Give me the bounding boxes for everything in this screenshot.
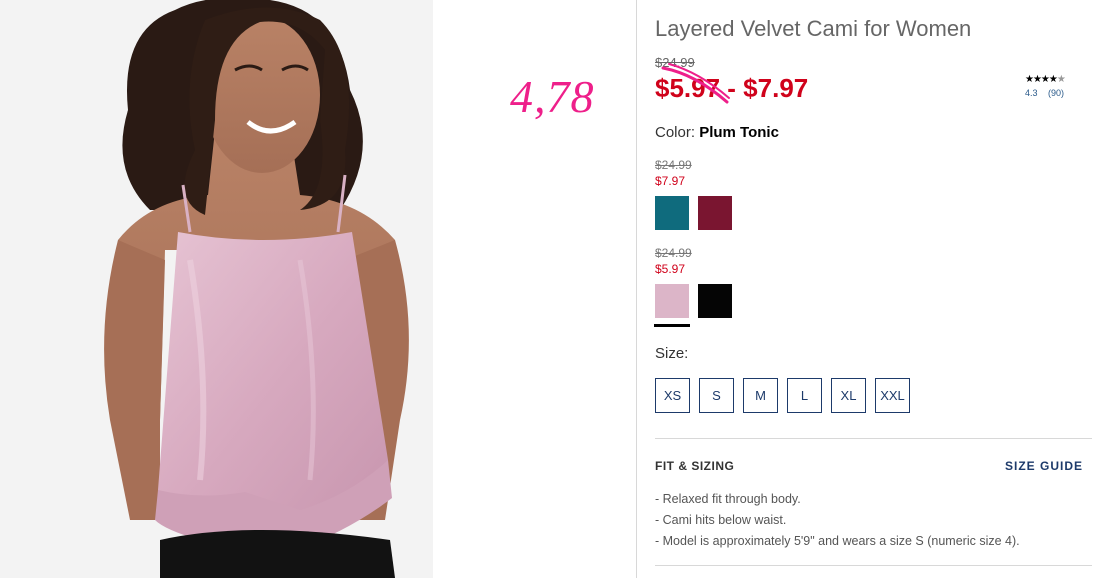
color-label: Color: — [655, 124, 696, 141]
fit-details-list: Relaxed fit through body. Cami hits belo… — [655, 489, 1020, 552]
swatch-group-1: $24.99 $7.97 — [655, 158, 855, 230]
sale-price-range: $5.97 - $7.97 — [655, 73, 809, 103]
size-options: XS S M L XL XXL — [655, 378, 910, 413]
color-swatch-burgundy[interactable] — [698, 196, 732, 230]
swatch-row — [654, 284, 855, 327]
size-button-xs[interactable]: XS — [655, 378, 690, 413]
rating-value: 4.3 — [1025, 88, 1038, 98]
half-star: ★ — [1056, 74, 1066, 85]
color-swatch-black[interactable] — [698, 284, 732, 318]
fit-sizing-heading: FIT & SIZING — [655, 459, 735, 473]
section-divider — [655, 565, 1092, 566]
original-price: $24.99 — [655, 55, 695, 70]
color-swatch-teal[interactable] — [655, 196, 689, 230]
product-image[interactable] — [0, 0, 433, 578]
size-button-xxl[interactable]: XXL — [875, 378, 910, 413]
color-name: Plum Tonic — [699, 124, 779, 141]
list-item: Model is approximately 5'9" and wears a … — [655, 531, 1020, 552]
swatch-group-2: $24.99 $5.97 — [654, 246, 855, 327]
size-guide-link[interactable]: SIZE GUIDE — [1005, 459, 1083, 473]
rating-meta: 4.3 (90) — [1025, 88, 1095, 98]
swatch-group-sale-price: $5.97 — [655, 262, 686, 276]
product-photo-illustration — [0, 0, 433, 578]
product-details-panel: Layered Velvet Cami for Women $24.99 $5.… — [654, 0, 1095, 578]
swatch-row — [655, 196, 855, 230]
rating-stars-icon: ★★★★★ — [1025, 74, 1095, 85]
full-stars: ★★★★ — [1025, 74, 1058, 85]
color-swatch-plum-tonic[interactable] — [654, 284, 690, 327]
product-rating[interactable]: ★★★★★ 4.3 (90) — [1025, 74, 1095, 98]
size-button-xl[interactable]: XL — [831, 378, 866, 413]
swatch-group-original-price: $24.99 — [655, 246, 692, 260]
list-item: Cami hits below waist. — [655, 510, 1020, 531]
section-divider — [655, 438, 1092, 439]
review-count-link[interactable]: (90) — [1048, 88, 1064, 98]
size-button-m[interactable]: M — [743, 378, 778, 413]
size-label: Size: — [655, 345, 689, 362]
swatch-group-original-price: $24.99 — [655, 158, 692, 172]
product-title: Layered Velvet Cami for Women — [655, 16, 972, 41]
swatch-group-sale-price: $7.97 — [655, 174, 686, 188]
column-divider — [636, 0, 637, 578]
size-button-l[interactable]: L — [787, 378, 822, 413]
handwritten-price-annotation: 4,78 — [510, 71, 595, 122]
list-item: Relaxed fit through body. — [655, 489, 1020, 510]
size-button-s[interactable]: S — [699, 378, 734, 413]
selected-color: Color: Plum Tonic — [655, 124, 779, 141]
